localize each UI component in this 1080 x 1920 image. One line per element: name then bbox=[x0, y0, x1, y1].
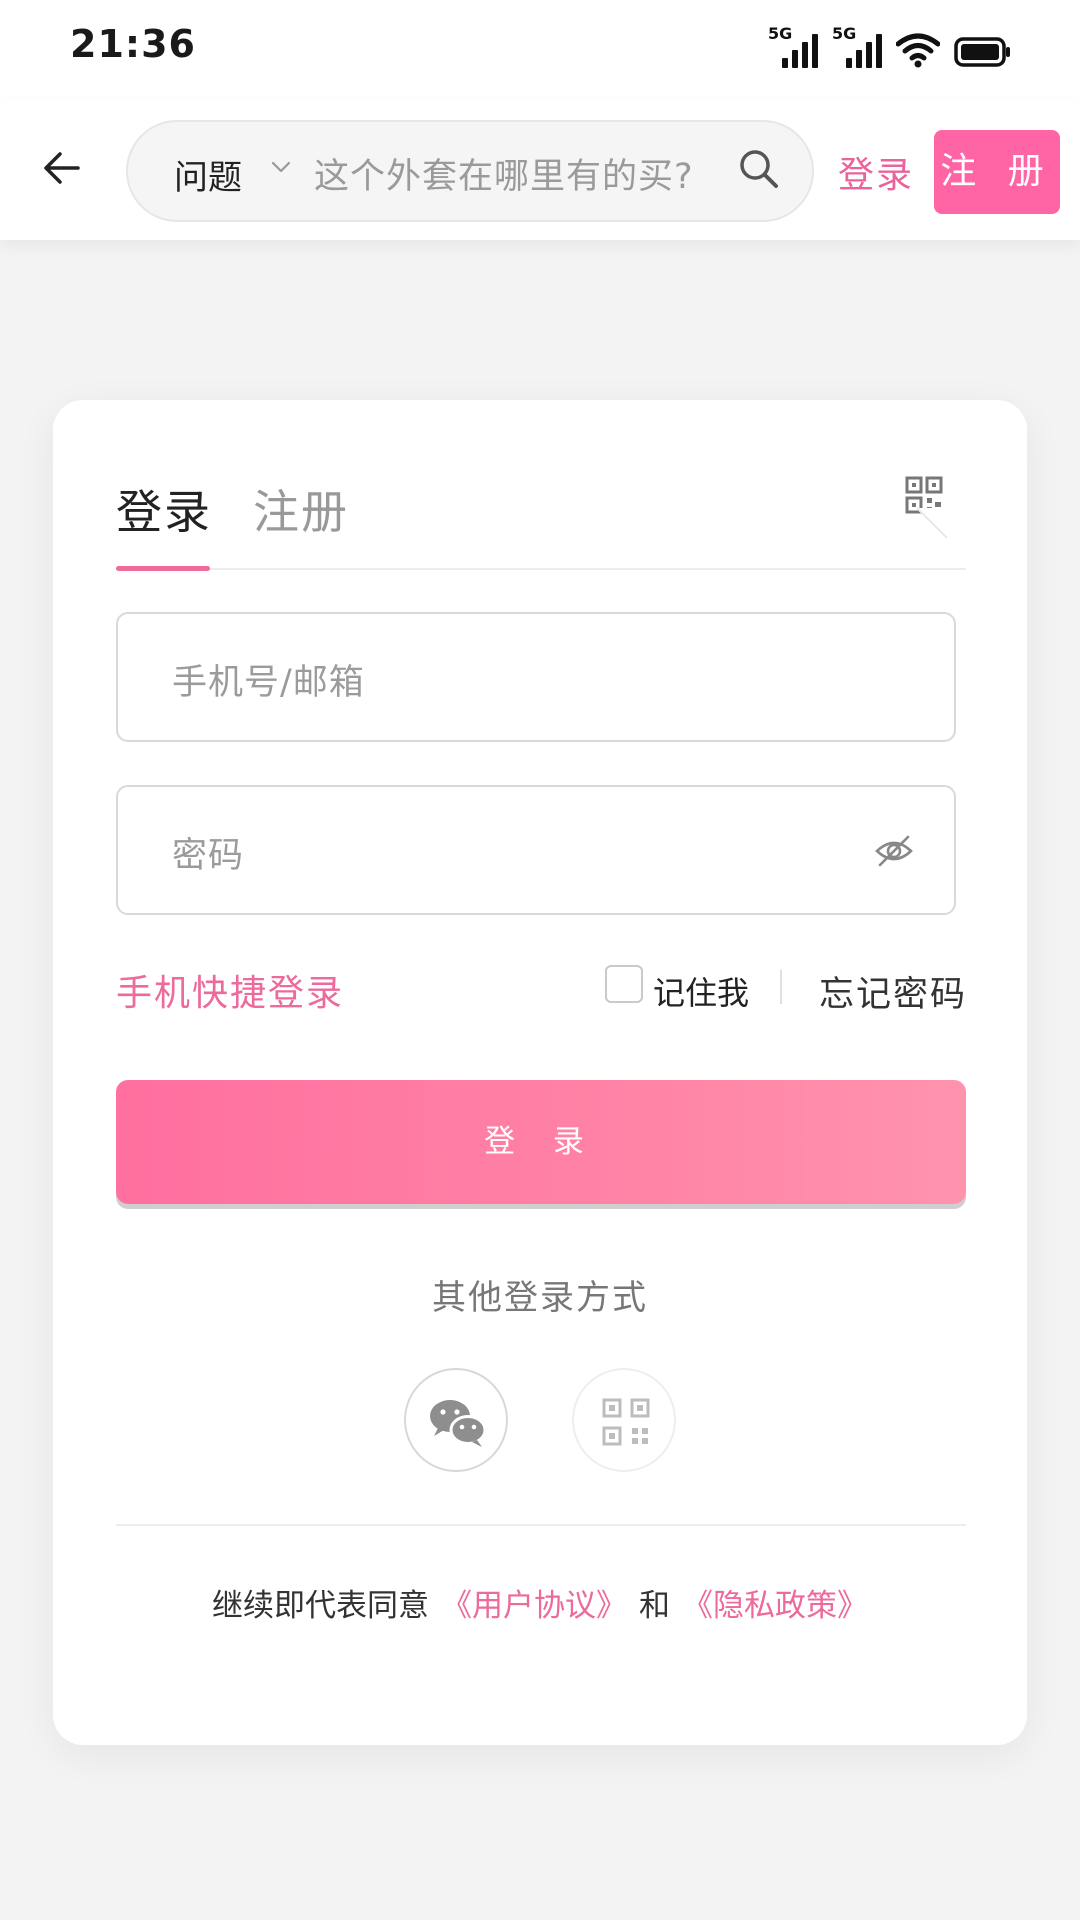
back-arrow-icon[interactable] bbox=[38, 144, 86, 192]
wechat-icon bbox=[430, 1400, 487, 1447]
other-login-methods-title: 其他登录方式 bbox=[432, 1278, 648, 1318]
agreement-text: 继续即代表同意 《用户协议》和《隐私政策》 bbox=[53, 1580, 1027, 1625]
forgot-password-link[interactable]: 忘记密码 bbox=[819, 966, 967, 1017]
divider bbox=[780, 970, 782, 1004]
eye-off-icon[interactable] bbox=[874, 833, 914, 869]
search-icon[interactable] bbox=[734, 144, 784, 194]
search-bar[interactable]: 问题 这个外套在哪里有的买? bbox=[126, 120, 814, 222]
top-header: 问题 这个外套在哪里有的买? 登录 注 册 bbox=[0, 100, 1080, 240]
phone-quick-login-link[interactable]: 手机快捷登录 bbox=[116, 964, 344, 1016]
tab-active-indicator bbox=[116, 566, 210, 571]
search-input[interactable]: 这个外套在哪里有的买? bbox=[314, 148, 694, 199]
qr-code-icon bbox=[602, 1398, 650, 1446]
signal-icon: 5G bbox=[768, 24, 818, 68]
status-time: 21:36 bbox=[70, 22, 196, 66]
qr-code-login-button[interactable] bbox=[572, 1368, 676, 1472]
phone-email-placeholder: 手机号/邮箱 bbox=[172, 663, 365, 703]
agreement-prefix: 继续即代表同意 bbox=[212, 1588, 429, 1624]
qr-login-corner-icon[interactable] bbox=[901, 472, 971, 538]
user-agreement-link[interactable]: 《用户协议》 bbox=[441, 1588, 627, 1624]
agreement-divider bbox=[116, 1524, 966, 1526]
wechat-login-button[interactable] bbox=[404, 1368, 508, 1472]
tab-login[interactable]: 登录 bbox=[116, 476, 212, 542]
tab-divider bbox=[116, 568, 966, 570]
agreement-and: 和 bbox=[639, 1588, 670, 1624]
header-login-link[interactable]: 登录 bbox=[838, 146, 914, 198]
wifi-icon bbox=[896, 33, 940, 68]
login-button[interactable]: 登 录 bbox=[116, 1080, 966, 1204]
search-type-selector[interactable]: 问题 bbox=[174, 150, 242, 199]
tab-register[interactable]: 注册 bbox=[253, 476, 349, 542]
header-register-button[interactable]: 注 册 bbox=[934, 130, 1060, 214]
privacy-policy-link[interactable]: 《隐私政策》 bbox=[682, 1588, 868, 1624]
password-placeholder: 密码 bbox=[172, 836, 245, 876]
battery-icon bbox=[954, 37, 1010, 67]
remember-me-checkbox[interactable] bbox=[605, 965, 643, 1003]
status-bar: 21:36 5G 5G bbox=[0, 0, 1080, 100]
login-card: 登录 注册 手机号/邮箱 密码 手机快捷登录 记住我 忘记密码 登 录 其他登录… bbox=[53, 400, 1027, 1745]
password-field[interactable]: 密码 bbox=[116, 785, 956, 915]
signal-icon: 5G bbox=[832, 24, 882, 68]
chevron-down-icon[interactable] bbox=[266, 152, 296, 182]
status-icons: 5G 5G bbox=[768, 24, 1012, 68]
phone-email-field[interactable]: 手机号/邮箱 bbox=[116, 612, 956, 742]
remember-me-label[interactable]: 记住我 bbox=[653, 968, 749, 1014]
